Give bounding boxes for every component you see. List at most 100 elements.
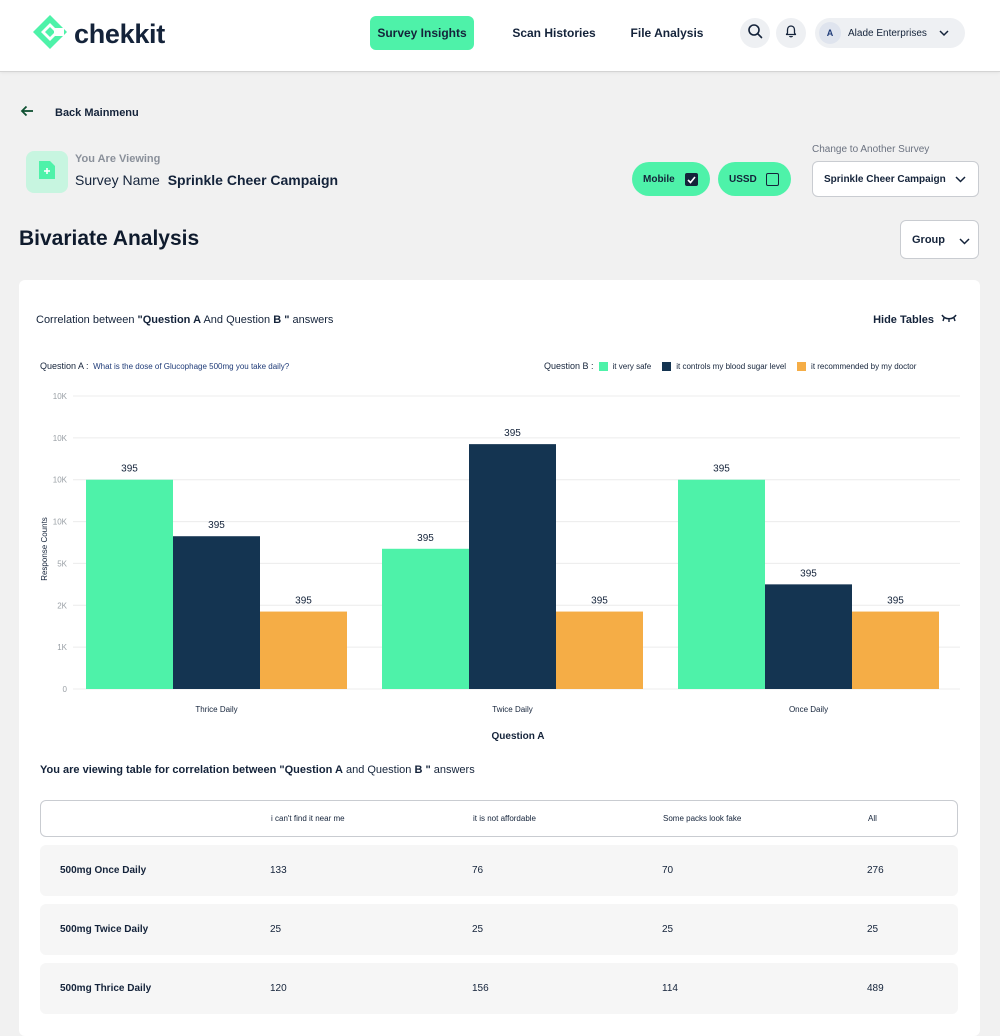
chart-bar [852, 611, 939, 689]
table-row[interactable]: 500mg Twice Daily 25 25 25 25 [40, 904, 958, 955]
column-header: Some packs look fake [663, 814, 742, 823]
hide-tables-label: Hide Tables [873, 313, 934, 326]
question-a-text: What is the dose of Glucophage 500mg you… [93, 362, 290, 371]
survey-select[interactable]: Sprinkle Cheer Campaign [812, 161, 979, 197]
search-button[interactable] [740, 18, 770, 48]
caption-b: B " [414, 764, 431, 776]
bivariate-bar-chart: 0 1K 2K 5K 10K 10K 10K 10K Response Counts 395 395… [40, 392, 960, 742]
y-axis-label: Response Counts [40, 517, 49, 581]
checkbox-checked-icon[interactable] [685, 173, 698, 186]
corr-prefix: Correlation between [36, 314, 135, 326]
notifications-button[interactable] [776, 18, 806, 48]
change-survey-label: Change to Another Survey [812, 144, 930, 155]
back-label: Back Mainmenu [55, 107, 139, 119]
top-navigation-bar: chekkit Survey Insights Scan Histories F… [0, 0, 1000, 72]
legend-label: it recommended by my doctor [811, 361, 917, 371]
column-header: i can't find it near me [271, 814, 345, 823]
table-cell: 156 [472, 983, 489, 994]
legend-swatch [797, 361, 807, 371]
caption-q: "Question [279, 764, 335, 776]
hide-tables-button[interactable]: Hide Tables [873, 313, 957, 326]
table-cell: 120 [270, 983, 287, 994]
question-a-caption: Question A : What is the dose of Glucoph… [40, 361, 289, 371]
table-cell: 25 [662, 924, 674, 935]
question-b-label: Question B : [544, 361, 594, 371]
back-mainmenu-link[interactable]: Back Mainmenu [20, 104, 139, 122]
bar-value-label: 395 [800, 568, 817, 579]
viewing-label: You Are Viewing [75, 153, 161, 165]
org-switcher[interactable]: A Alade Enterprises [815, 18, 965, 48]
table-cell: 25 [867, 924, 879, 935]
legend-item-it-very-safe: it very safe [594, 361, 651, 371]
group-select-value: Group [912, 233, 945, 246]
table-cell: 500mg Twice Daily [60, 924, 149, 935]
chart-bar [86, 479, 173, 689]
chart-bar [382, 548, 469, 689]
chart-bar [678, 479, 765, 689]
nav-survey-insights[interactable]: Survey Insights [370, 16, 474, 50]
mobile-label: Mobile [643, 173, 675, 185]
y-tick-label: 10K [53, 518, 68, 527]
caption-a: A [334, 764, 343, 776]
arrow-left-icon [20, 104, 34, 122]
checkbox-unchecked-icon[interactable] [766, 173, 779, 186]
group-select[interactable]: Group [900, 220, 979, 259]
correlation-title: Correlation between "Question A And Ques… [36, 314, 333, 326]
x-tick-label: Thrice Daily [195, 705, 237, 714]
table-cell: 489 [867, 983, 884, 994]
brand-name: chekkit [74, 19, 165, 49]
table-cell: 76 [472, 865, 484, 876]
bar-value-label: 395 [295, 596, 312, 607]
nav-file-analysis[interactable]: File Analysis [626, 16, 708, 50]
nav-scan-histories[interactable]: Scan Histories [506, 16, 602, 50]
table-cell: 25 [270, 924, 282, 935]
table-cell: 276 [867, 865, 884, 876]
corr-suffix: answers [289, 314, 334, 326]
survey-name-line: Survey Name Sprinkle Cheer Campaign [75, 172, 338, 188]
table-cell: 25 [472, 924, 484, 935]
org-name: Alade Enterprises [848, 27, 927, 39]
page-title: Bivariate Analysis [19, 227, 200, 250]
table-cell: 133 [270, 865, 287, 876]
bar-value-label: 395 [713, 464, 730, 475]
table-cell: 70 [662, 865, 674, 876]
mobile-channel-toggle[interactable]: Mobile [632, 162, 710, 196]
y-tick-label: 2K [57, 601, 67, 610]
y-tick-label: 10K [53, 476, 68, 485]
survey-select-value: Sprinkle Cheer Campaign [824, 173, 946, 185]
bar-value-label: 395 [591, 596, 608, 607]
chekkit-logo-icon [32, 14, 68, 55]
table-row[interactable]: 500mg Once Daily 133 76 70 276 [40, 845, 958, 896]
table-cell: 500mg Thrice Daily [60, 983, 152, 994]
ussd-label: USSD [729, 173, 757, 185]
y-tick-label: 0 [63, 685, 68, 694]
survey-name-value: Sprinkle Cheer Campaign [167, 172, 339, 188]
chevron-down-icon [959, 236, 970, 248]
caption-prefix: You are viewing table for correlation be… [40, 764, 280, 776]
column-header: All [868, 814, 877, 823]
chevron-down-icon [955, 175, 966, 186]
y-tick-label: 5K [57, 559, 67, 568]
question-a-label: Question A : [40, 361, 89, 371]
eye-closed-icon [941, 313, 957, 326]
chart-bar [260, 611, 347, 689]
column-header: it is not affordable [473, 814, 537, 823]
legend-swatch [662, 361, 672, 371]
ussd-channel-toggle[interactable]: USSD [718, 162, 791, 196]
bar-value-label: 395 [417, 533, 434, 544]
chart-bar [173, 536, 260, 689]
y-tick-label: 10K [53, 434, 68, 443]
bell-icon [783, 23, 799, 44]
brand-logo[interactable]: chekkit [32, 14, 165, 55]
analysis-card: Correlation between "Question A And Ques… [19, 280, 980, 1036]
table-cell: 114 [662, 983, 678, 994]
survey-name-prefix: Survey Name [75, 172, 160, 188]
corr-a: A [193, 314, 202, 326]
table-row[interactable]: 500mg Thrice Daily 120 156 114 489 [40, 963, 958, 1014]
y-tick-label: 1K [57, 643, 67, 652]
chart-bar [556, 611, 643, 689]
document-add-icon [37, 159, 57, 186]
chart-bar [469, 444, 556, 689]
table-caption: You are viewing table for correlation be… [40, 764, 475, 776]
x-axis-label: Question A [492, 731, 545, 742]
